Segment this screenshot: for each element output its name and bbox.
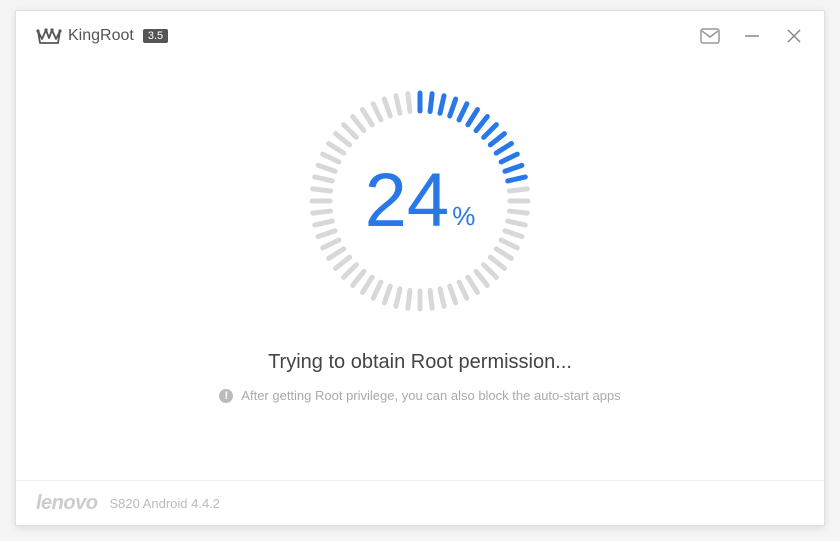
app-logo: KingRoot 3.5 — [36, 25, 168, 47]
footer: lenovo S820 Android 4.4.2 — [16, 480, 824, 525]
app-window: KingRoot 3.5 24 % Trying to obtain Root … — [15, 10, 825, 526]
progress-value: 24 — [365, 163, 450, 239]
status-text: Trying to obtain Root permission... — [268, 351, 572, 374]
close-button[interactable] — [784, 26, 804, 46]
progress-label: 24 % — [305, 86, 535, 316]
app-name: KingRoot — [68, 27, 134, 45]
brand-logo: lenovo — [36, 492, 97, 515]
version-badge: 3.5 — [143, 29, 168, 43]
progress-ring: 24 % — [305, 86, 535, 316]
percent-symbol: % — [452, 201, 475, 232]
hint-row: ! After getting Root privilege, you can … — [219, 388, 620, 403]
window-controls — [700, 26, 804, 46]
main-content: 24 % Trying to obtain Root permission...… — [16, 61, 824, 480]
hint-text: After getting Root privilege, you can al… — [241, 388, 620, 403]
titlebar: KingRoot 3.5 — [16, 11, 824, 61]
mail-icon[interactable] — [700, 26, 720, 46]
minimize-button[interactable] — [742, 26, 762, 46]
device-info: S820 Android 4.4.2 — [109, 496, 220, 511]
crown-icon — [36, 25, 62, 47]
info-icon: ! — [219, 389, 233, 403]
